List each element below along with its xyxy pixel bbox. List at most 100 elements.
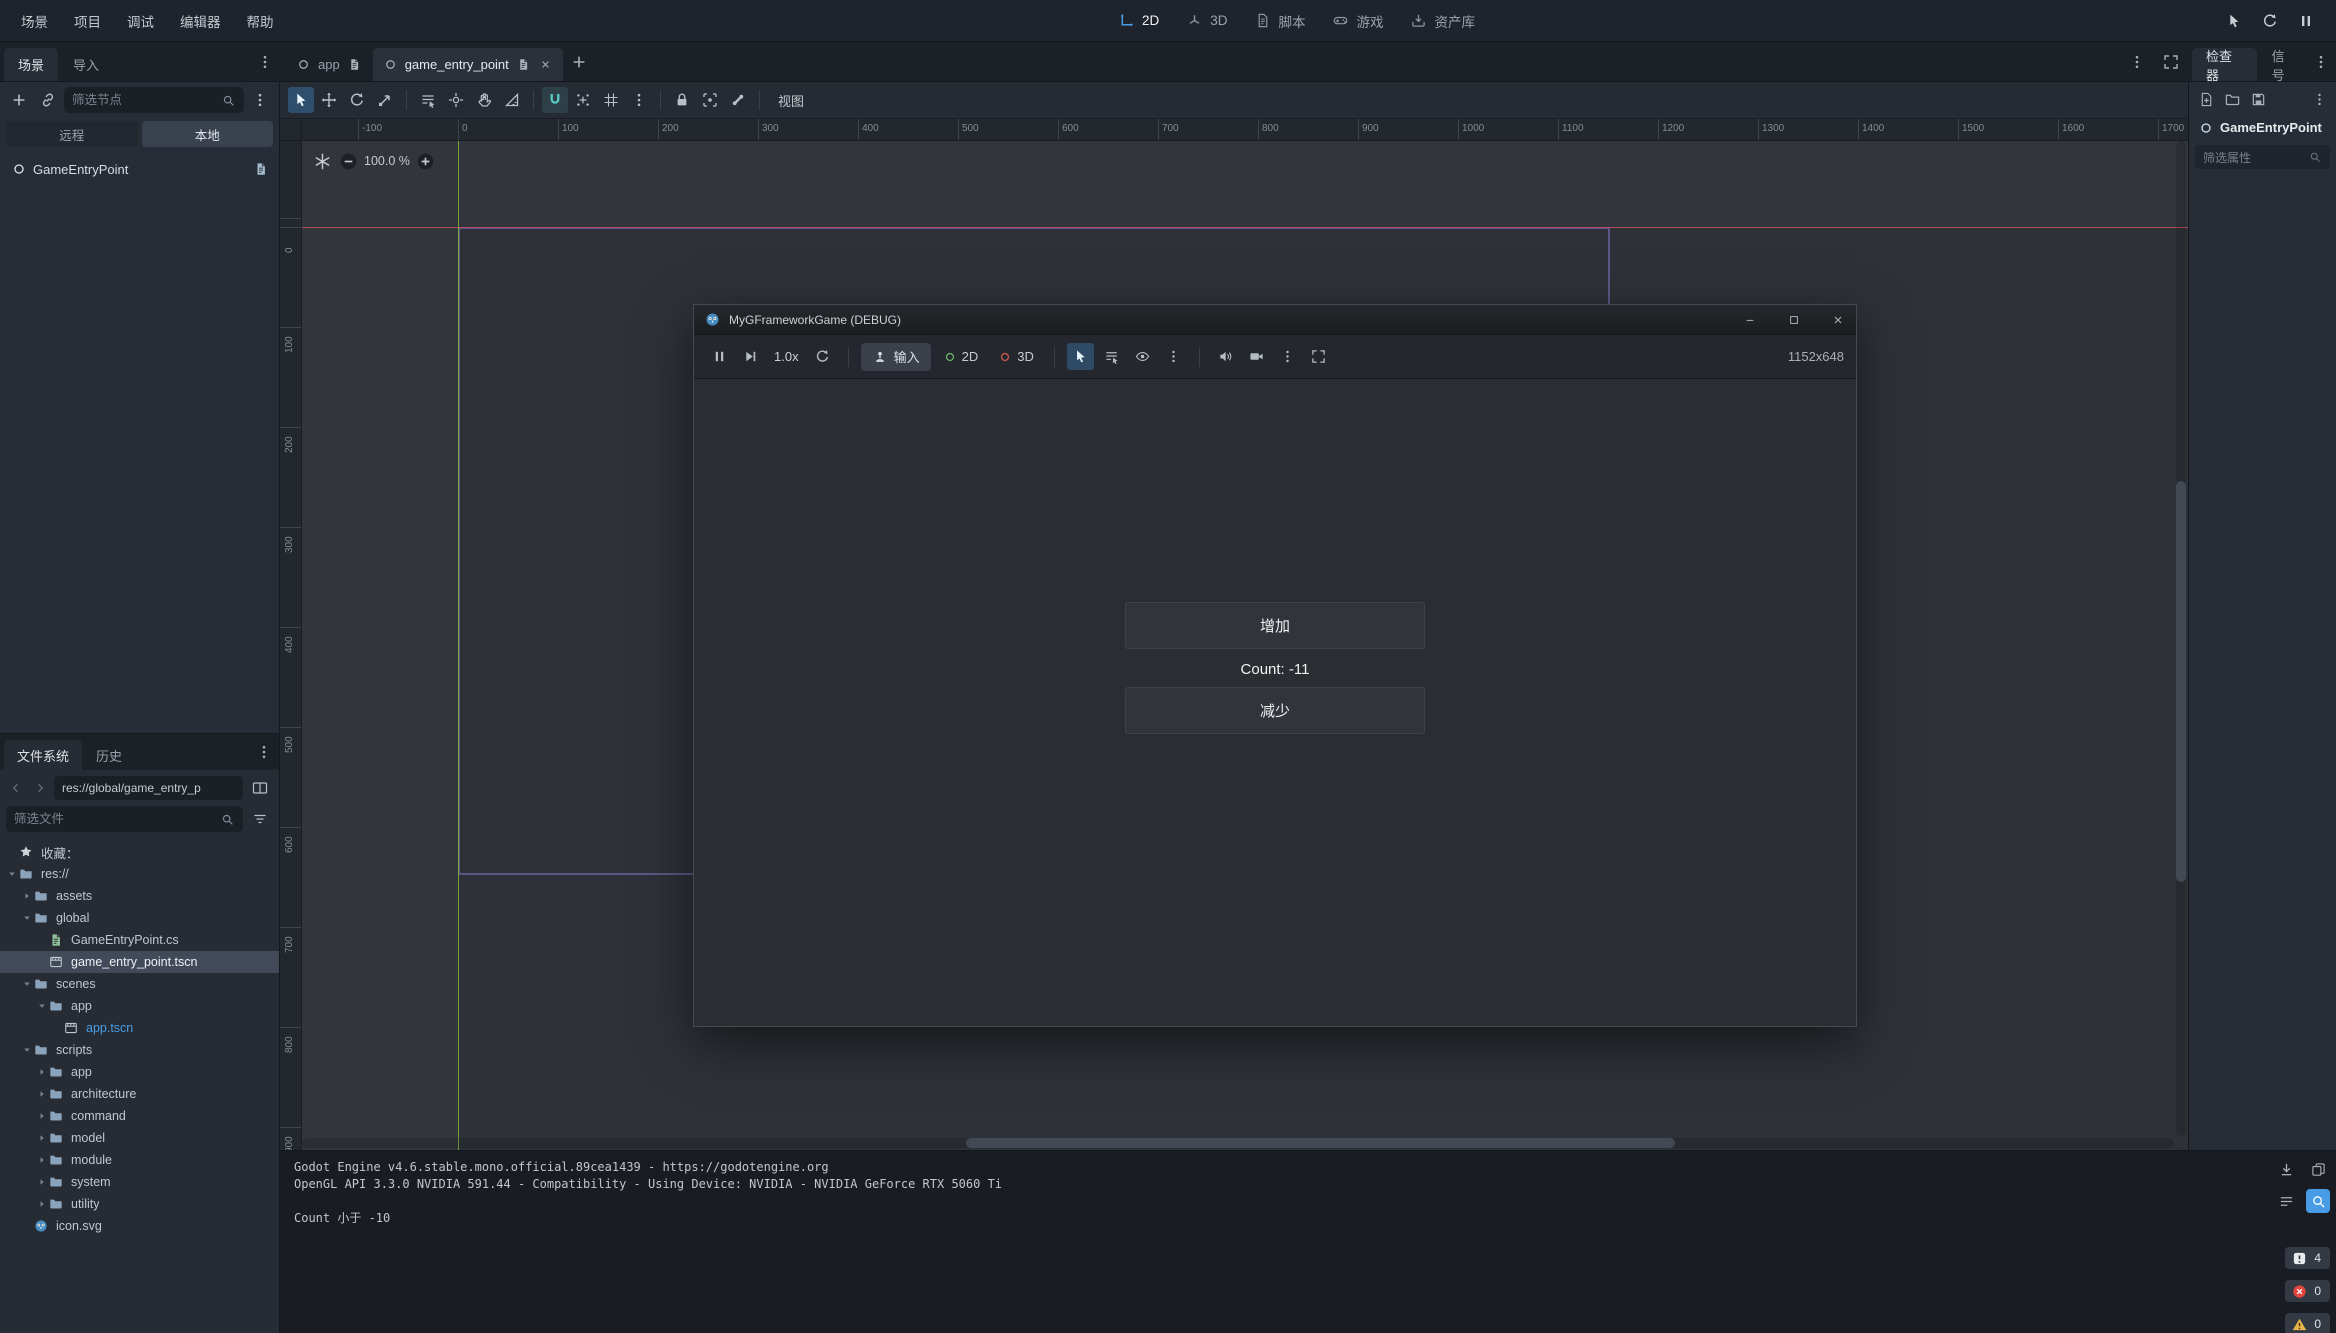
expand-editor-icon[interactable] (2160, 51, 2182, 73)
menu-scene[interactable]: 场景 (8, 0, 61, 41)
menu-project[interactable]: 项目 (61, 0, 114, 41)
pause-icon[interactable] (2294, 9, 2318, 33)
messages-badge[interactable]: 4 (2285, 1247, 2330, 1269)
fs-item[interactable]: scripts (0, 1039, 279, 1061)
horizontal-scrollbar[interactable] (302, 1138, 2174, 1148)
selection-options-icon[interactable] (1160, 343, 1187, 370)
workspace-2d[interactable]: 2D (1104, 0, 1172, 41)
select-tool[interactable] (288, 87, 314, 113)
wrap-lines-icon[interactable] (2274, 1189, 2298, 1213)
scene-tab-menu-icon[interactable] (2126, 51, 2148, 73)
add-node-button[interactable] (6, 87, 32, 113)
load-resource-icon[interactable] (2221, 88, 2243, 110)
pivot-tool[interactable] (443, 87, 469, 113)
fs-item[interactable]: architecture (0, 1083, 279, 1105)
minimize-button[interactable] (1732, 305, 1768, 335)
mode-3d-button[interactable]: 3D (990, 343, 1042, 371)
fs-item[interactable]: icon.svg (0, 1215, 279, 1237)
menu-debug[interactable]: 调试 (114, 0, 167, 41)
expander-icon[interactable] (34, 1199, 49, 1209)
dock-tab-import[interactable]: 导入 (59, 48, 113, 81)
fs-item[interactable]: model (0, 1127, 279, 1149)
sort-files-icon[interactable] (247, 806, 273, 832)
embed-fullscreen-icon[interactable] (1305, 343, 1332, 370)
zoom-in-button[interactable] (416, 151, 436, 171)
move-tool[interactable] (316, 87, 342, 113)
next-frame-icon[interactable] (737, 343, 764, 370)
scene-filter-input[interactable] (72, 93, 214, 107)
fs-item[interactable]: app (0, 995, 279, 1017)
pause-game-icon[interactable] (706, 343, 733, 370)
warnings-badge[interactable]: 0 (2285, 1313, 2330, 1333)
vertical-scrollbar[interactable] (2176, 141, 2186, 1136)
new-scene-tab-button[interactable] (567, 50, 591, 74)
mode-2d-button[interactable]: 2D (935, 343, 987, 371)
script-icon[interactable] (516, 57, 531, 72)
scene-dock-tab-menu-icon[interactable] (254, 51, 276, 73)
ruler-tool[interactable] (499, 87, 525, 113)
snap-toggle[interactable] (542, 87, 568, 113)
errors-badge[interactable]: 0 (2285, 1280, 2330, 1302)
zoom-out-button[interactable] (338, 151, 358, 171)
new-resource-icon[interactable] (2195, 88, 2217, 110)
pick-cursor-icon[interactable] (2222, 9, 2246, 33)
expander-icon[interactable] (34, 1067, 49, 1077)
fs-item[interactable]: utility (0, 1193, 279, 1215)
expander-icon[interactable] (4, 869, 19, 879)
scene-tab-app[interactable]: app (286, 48, 372, 81)
file-filter-input[interactable] (14, 812, 213, 826)
lock-object-button[interactable] (669, 87, 695, 113)
fs-item[interactable]: game_entry_point.tscn (0, 951, 279, 973)
mute-audio-icon[interactable] (1212, 343, 1239, 370)
workspace-script[interactable]: 脚本 (1241, 0, 1319, 41)
inspector-dock-tab-menu-icon[interactable] (2310, 51, 2332, 73)
game-options-icon[interactable] (1274, 343, 1301, 370)
snap-menu-icon[interactable] (626, 87, 652, 113)
expander-icon[interactable] (34, 1111, 49, 1121)
close-tab-icon[interactable] (538, 57, 553, 72)
workspace-assetlib[interactable]: 资产库 (1397, 0, 1489, 41)
camera-override-icon[interactable] (1243, 343, 1270, 370)
scroll-to-bottom-icon[interactable] (2274, 1157, 2298, 1181)
dock-tab-inspector[interactable]: 检查器 (2192, 48, 2257, 81)
expander-icon[interactable] (34, 1001, 49, 1011)
decrease-button[interactable]: 减少 (1125, 687, 1425, 734)
property-filter-box[interactable]: 筛选属性 (2195, 145, 2330, 169)
expander-icon[interactable] (34, 1133, 49, 1143)
history-forward-icon[interactable] (30, 777, 50, 799)
close-button[interactable] (1820, 305, 1856, 335)
expander-icon[interactable] (34, 1089, 49, 1099)
fs-item[interactable]: assets (0, 885, 279, 907)
view-menu-button[interactable]: 视图 (768, 87, 814, 113)
scale-tool[interactable] (372, 87, 398, 113)
restart-game-icon[interactable] (809, 343, 836, 370)
inspector-menu-icon[interactable] (2308, 88, 2330, 110)
select-list-tool[interactable] (1098, 343, 1125, 370)
hscroll-thumb[interactable] (966, 1138, 1675, 1148)
scene-mode-local[interactable]: 本地 (142, 121, 274, 147)
increase-button[interactable]: 增加 (1125, 602, 1425, 649)
rotate-tool[interactable] (344, 87, 370, 113)
current-path[interactable]: res://global/game_entry_p (54, 776, 243, 800)
select-node-tool[interactable] (1067, 343, 1094, 370)
maximize-button[interactable] (1776, 305, 1812, 335)
menu-help[interactable]: 帮助 (234, 0, 287, 41)
menu-editor[interactable]: 编辑器 (167, 0, 234, 41)
scene-dock-menu-icon[interactable] (247, 87, 273, 113)
fs-tab-history[interactable]: 历史 (83, 740, 135, 770)
filesystem-tab-menu-icon[interactable] (253, 741, 275, 763)
skeleton-options-button[interactable] (725, 87, 751, 113)
copy-output-icon[interactable] (2306, 1157, 2330, 1181)
workspace-3d[interactable]: 3D (1172, 0, 1240, 41)
expander-icon[interactable] (19, 891, 34, 901)
history-back-icon[interactable] (6, 777, 26, 799)
scene-tree-root-node[interactable]: GameEntryPoint (0, 155, 279, 183)
dock-tab-signals[interactable]: 信号 (2258, 48, 2310, 81)
speed-label[interactable]: 1.0x (768, 349, 805, 364)
scene-mode-remote[interactable]: 远程 (6, 121, 138, 147)
search-output-icon[interactable] (2306, 1189, 2330, 1213)
script-icon[interactable] (347, 57, 362, 72)
expander-icon[interactable] (19, 913, 34, 923)
zoom-level[interactable]: 100.0 % (364, 154, 410, 168)
fs-tab-filesystem[interactable]: 文件系统 (4, 740, 82, 770)
